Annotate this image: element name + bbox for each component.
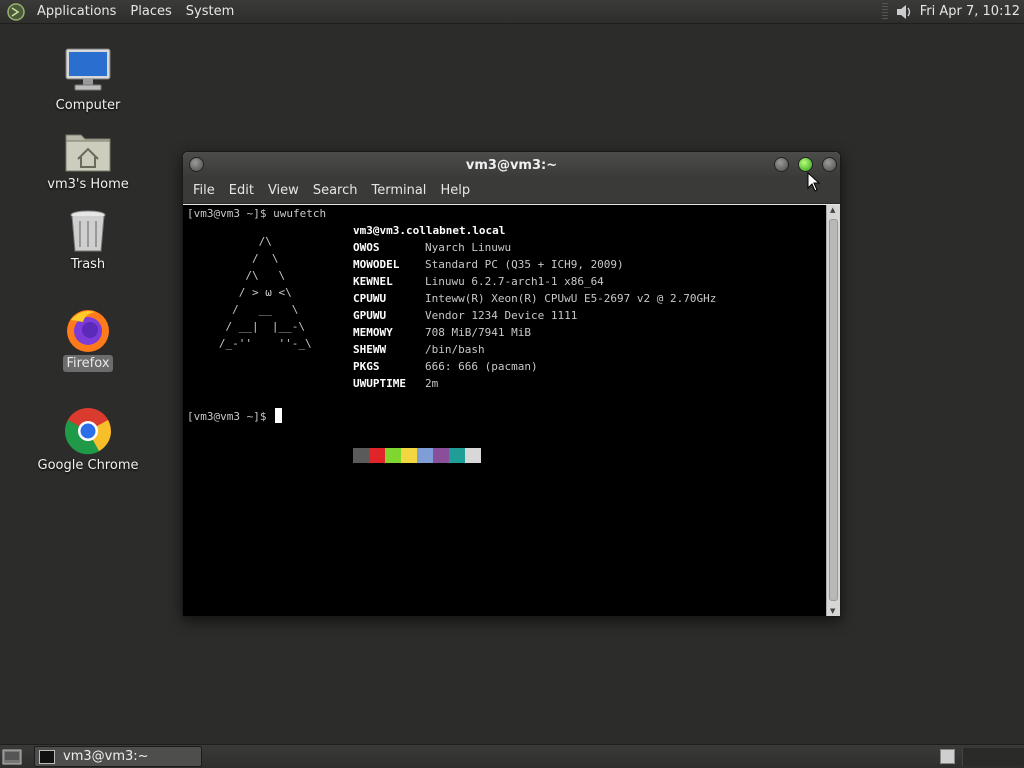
info-key: CPUWU — [353, 292, 387, 305]
top-panel: Applications Places System Fri Apr 7, 10… — [0, 0, 1024, 24]
panel-handle — [881, 2, 888, 21]
menu-view[interactable]: View — [261, 183, 306, 198]
firefox-icon — [67, 310, 109, 352]
window-title: vm3@vm3:~ — [465, 157, 558, 173]
ascii-logo: /\ / \ /\ \ / > ω <\ / __ \ / __| |__-\ … — [218, 235, 312, 350]
color-swatch-1 — [369, 448, 385, 463]
bottom-panel: vm3@vm3:~ — [0, 744, 1024, 768]
clock[interactable]: Fri Apr 7, 10:12 — [920, 4, 1024, 19]
chrome-icon — [64, 408, 111, 455]
color-swatch-3 — [401, 448, 417, 463]
gnome-foot-icon[interactable] — [6, 2, 26, 22]
info-value: /bin/bash — [425, 343, 485, 356]
desktop-icon-home[interactable]: vm3's Home — [33, 127, 143, 192]
info-value: 708 MiB/7941 MiB — [425, 326, 531, 339]
mouse-pointer-icon — [807, 172, 821, 192]
places-menu[interactable]: Places — [123, 1, 178, 23]
host-line: vm3@vm3.collabnet.local — [353, 224, 506, 237]
scrollbar-thumb[interactable] — [829, 219, 838, 601]
info-value: Nyarch Linuwu — [425, 241, 512, 254]
terminal-menubar: File Edit View Search Terminal Help — [183, 178, 840, 204]
desktop-icon-label: Computer — [55, 98, 121, 113]
desktop-icon-computer[interactable]: Computer — [33, 46, 143, 113]
menu-edit[interactable]: Edit — [222, 183, 261, 198]
terminal-output[interactable]: [vm3@vm3 ~]$ uwufetch /\ / \ /\ \ / > ω … — [183, 205, 826, 616]
scroll-up-arrow[interactable]: ▲ — [830, 206, 835, 214]
color-swatches — [353, 448, 481, 463]
minimize-button[interactable] — [774, 157, 789, 172]
info-key: KEWNEL — [353, 275, 393, 288]
desktop-icon-label: vm3's Home — [47, 177, 129, 192]
home-folder-icon — [65, 134, 111, 172]
applications-menu[interactable]: Applications — [30, 1, 123, 23]
show-desktop-icon[interactable] — [2, 748, 22, 766]
text-cursor — [275, 408, 283, 423]
info-key: MOWODEL — [353, 258, 400, 271]
notification-area — [962, 748, 1024, 766]
color-swatch-2 — [385, 448, 401, 463]
desktop-icon-trash[interactable]: Trash — [33, 207, 143, 272]
system-menu[interactable]: System — [179, 1, 241, 23]
workspace-switcher[interactable] — [940, 749, 955, 764]
window-menu-button[interactable] — [189, 157, 204, 172]
scroll-down-arrow[interactable]: ▼ — [830, 607, 835, 615]
color-swatch-5 — [433, 448, 449, 463]
maximize-button[interactable] — [798, 157, 813, 172]
info-key: UWUPTIME — [353, 377, 406, 390]
info-key: GPUWU — [353, 309, 387, 322]
prompt-line: [vm3@vm3 ~]$ — [187, 408, 283, 425]
info-value: Standard PC (Q35 + ICH9, 2009) — [425, 258, 624, 271]
desktop-icon-label: Firefox — [63, 355, 113, 372]
terminal-scrollbar[interactable]: ▲ ▼ — [826, 205, 840, 616]
close-button[interactable] — [822, 157, 837, 172]
color-swatch-4 — [417, 448, 433, 463]
color-swatch-0 — [353, 448, 369, 463]
command-line: [vm3@vm3 ~]$ uwufetch — [187, 207, 327, 220]
taskbar-button-terminal[interactable]: vm3@vm3:~ — [34, 746, 202, 767]
terminal-window[interactable]: vm3@vm3:~ File Edit View Search Terminal… — [182, 151, 841, 617]
volume-icon[interactable] — [894, 3, 914, 21]
color-swatch-6 — [449, 448, 465, 463]
info-key: MEMOWY — [353, 326, 393, 339]
info-value: Vendor 1234 Device 1111 — [425, 309, 578, 322]
info-value: 2m — [425, 377, 439, 390]
computer-icon — [65, 48, 111, 91]
menu-terminal[interactable]: Terminal — [364, 183, 433, 198]
taskbar-button-label: vm3@vm3:~ — [63, 749, 149, 764]
info-value: Linuwu 6.2.7-arch1-1 x86_64 — [425, 275, 604, 288]
trash-icon — [70, 210, 106, 252]
window-titlebar[interactable]: vm3@vm3:~ — [183, 152, 840, 178]
desktop-icon-label: Trash — [70, 257, 106, 272]
desktop-icon-label: Google Chrome — [37, 458, 139, 473]
prompt-text: [vm3@vm3 ~]$ — [187, 410, 274, 423]
menu-help[interactable]: Help — [433, 183, 477, 198]
info-key: PKGS — [353, 360, 380, 373]
menu-search[interactable]: Search — [306, 183, 365, 198]
menu-file[interactable]: File — [186, 183, 222, 198]
info-key: OWOS — [353, 241, 380, 254]
color-swatch-7 — [465, 448, 481, 463]
info-key: SHEWW — [353, 343, 387, 356]
desktop-icon-chrome[interactable]: Google Chrome — [33, 406, 143, 473]
desktop-icon-firefox[interactable]: Firefox — [33, 306, 143, 372]
terminal-icon — [39, 749, 55, 764]
info-value: Inteww(R) Xeon(R) CPUwU E5-2697 v2 @ 2.7… — [425, 292, 717, 305]
info-value: 666: 666 (pacman) — [425, 360, 538, 373]
